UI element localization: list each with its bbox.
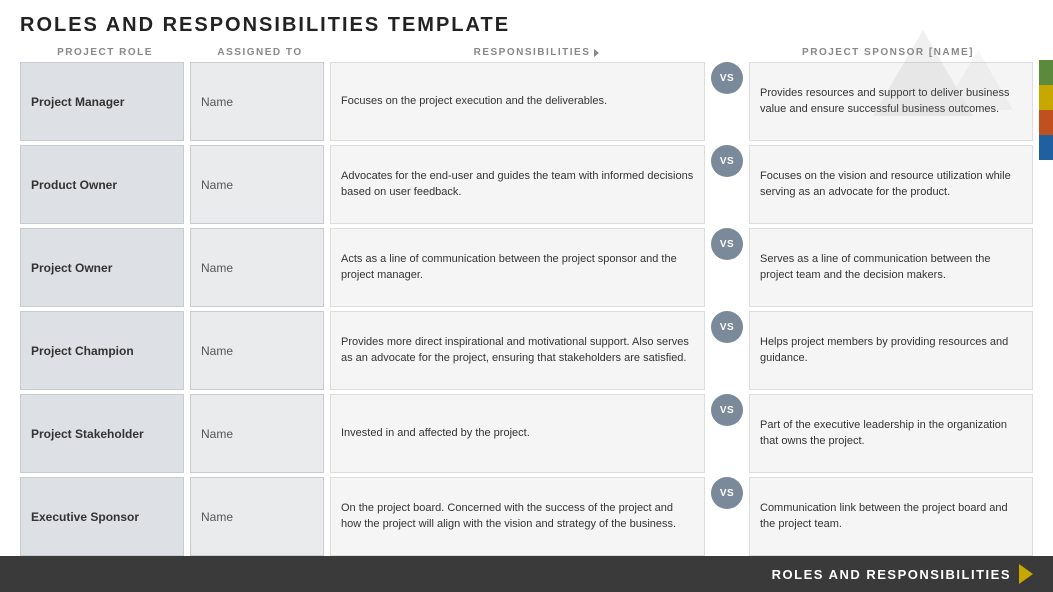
cell-resp-4: Invested in and affected by the project. bbox=[330, 394, 705, 473]
col-header-resp: RESPONSIBILITIES bbox=[330, 47, 743, 58]
cell-resp-5: On the project board. Concerned with the… bbox=[330, 477, 705, 556]
vs-badge-5: VS bbox=[711, 477, 743, 509]
cell-sponsor-2: Serves as a line of communication betwee… bbox=[749, 228, 1033, 307]
color-bar bbox=[1039, 60, 1053, 160]
cell-role-4: Project Stakeholder bbox=[20, 394, 184, 473]
cell-role-3: Project Champion bbox=[20, 311, 184, 390]
vs-badge-2: VS bbox=[711, 228, 743, 260]
resp-sort-icon bbox=[594, 49, 599, 57]
table-row: Project Stakeholder Name Invested in and… bbox=[20, 394, 1033, 473]
cell-assigned-2: Name bbox=[190, 228, 324, 307]
col-header-assigned: ASSIGNED TO bbox=[190, 47, 330, 58]
cell-resp-2: Acts as a line of communication between … bbox=[330, 228, 705, 307]
cell-assigned-0: Name bbox=[190, 62, 324, 141]
cell-sponsor-5: Communication link between the project b… bbox=[749, 477, 1033, 556]
cell-role-5: Executive Sponsor bbox=[20, 477, 184, 556]
cell-resp-3: Provides more direct inspirational and m… bbox=[330, 311, 705, 390]
header: ROLES AND RESPONSIBILITIES TEMPLATE bbox=[0, 0, 1053, 43]
vs-badge-4: VS bbox=[711, 394, 743, 426]
table-body: Project Manager Name Focuses on the proj… bbox=[0, 62, 1053, 556]
table-row: Product Owner Name Advocates for the end… bbox=[20, 145, 1033, 224]
cell-resp-1: Advocates for the end-user and guides th… bbox=[330, 145, 705, 224]
cell-role-2: Project Owner bbox=[20, 228, 184, 307]
footer-label: ROLES AND RESPONSIBILITIES bbox=[772, 567, 1011, 582]
vs-badge-1: VS bbox=[711, 145, 743, 177]
cell-assigned-4: Name bbox=[190, 394, 324, 473]
cell-role-1: Product Owner bbox=[20, 145, 184, 224]
page-title: ROLES AND RESPONSIBILITIES TEMPLATE bbox=[20, 14, 1033, 37]
vs-badge-3: VS bbox=[711, 311, 743, 343]
table-row: Project Champion Name Provides more dire… bbox=[20, 311, 1033, 390]
cell-resp-0: Focuses on the project execution and the… bbox=[330, 62, 705, 141]
cell-role-0: Project Manager bbox=[20, 62, 184, 141]
cell-assigned-3: Name bbox=[190, 311, 324, 390]
cell-assigned-1: Name bbox=[190, 145, 324, 224]
column-headers: PROJECT ROLE ASSIGNED TO RESPONSIBILITIE… bbox=[0, 43, 1053, 62]
footer-diamond-icon bbox=[1019, 564, 1033, 584]
col-header-sponsor: PROJECT SPONSOR [NAME] bbox=[743, 47, 1033, 58]
cell-sponsor-3: Helps project members by providing resou… bbox=[749, 311, 1033, 390]
table-row: Executive Sponsor Name On the project bo… bbox=[20, 477, 1033, 556]
cell-sponsor-0: Provides resources and support to delive… bbox=[749, 62, 1033, 141]
vs-badge-0: VS bbox=[711, 62, 743, 94]
cell-assigned-5: Name bbox=[190, 477, 324, 556]
table-row: Project Owner Name Acts as a line of com… bbox=[20, 228, 1033, 307]
page: ROLES AND RESPONSIBILITIES TEMPLATE PROJ… bbox=[0, 0, 1053, 592]
col-header-role: PROJECT ROLE bbox=[20, 47, 190, 58]
cell-sponsor-4: Part of the executive leadership in the … bbox=[749, 394, 1033, 473]
cell-sponsor-1: Focuses on the vision and resource utili… bbox=[749, 145, 1033, 224]
table-row: Project Manager Name Focuses on the proj… bbox=[20, 62, 1033, 141]
footer: ROLES AND RESPONSIBILITIES bbox=[0, 556, 1053, 592]
